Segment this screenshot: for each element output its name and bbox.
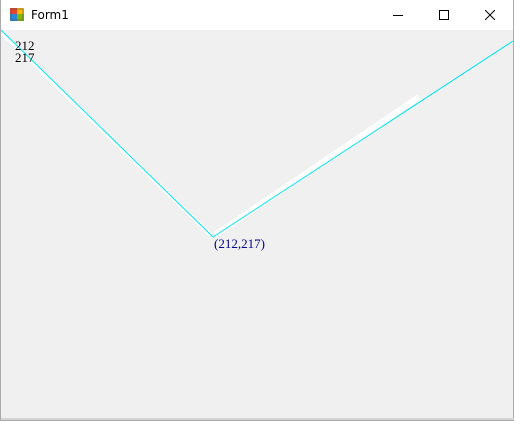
cyan-line-right bbox=[212, 40, 513, 238]
mouse-y-readout: 217 bbox=[15, 50, 35, 65]
white-highlight-right bbox=[213, 94, 421, 238]
window-bottom-border bbox=[1, 418, 514, 420]
maximize-icon bbox=[439, 10, 449, 20]
form-app-icon bbox=[10, 8, 24, 21]
drawing-canvas[interactable] bbox=[1, 30, 513, 419]
maximize-button[interactable] bbox=[421, 0, 467, 30]
close-button[interactable] bbox=[467, 0, 513, 30]
close-icon bbox=[485, 10, 495, 20]
title-bar[interactable]: Form1 bbox=[1, 0, 513, 30]
point-coordinate-label: (212,217) bbox=[214, 236, 265, 251]
window-title: Form1 bbox=[31, 8, 69, 22]
form-client-area[interactable]: 212 217 (212,217) bbox=[1, 30, 513, 419]
minimize-icon bbox=[393, 15, 403, 16]
minimize-button[interactable] bbox=[375, 0, 421, 30]
form1-window: Form1 212 217 (212,217) bbox=[0, 0, 514, 421]
